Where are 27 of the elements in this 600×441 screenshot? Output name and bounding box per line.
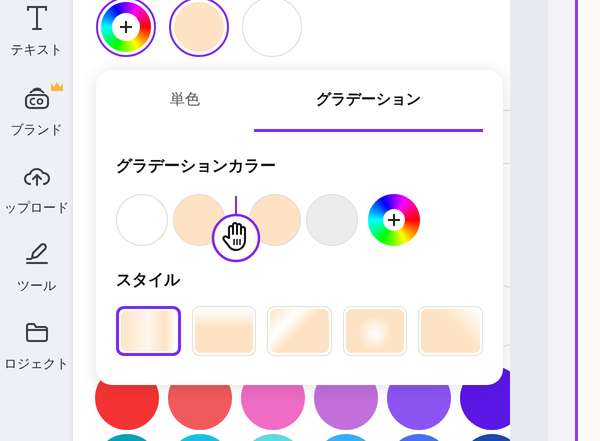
sidebar-item[interactable]: ブランド [0, 81, 73, 139]
sidebar-item[interactable]: ップロード [0, 161, 73, 217]
color-stop[interactable] [249, 194, 301, 246]
plus-icon [387, 213, 401, 227]
add-color-button[interactable] [96, 0, 156, 57]
sidebar-item[interactable]: テキスト [0, 3, 73, 59]
sidebar-label: テキスト [10, 42, 62, 59]
plus-icon [119, 20, 133, 34]
add-color-button[interactable] [368, 194, 420, 246]
sidebar-label: ツール [17, 278, 56, 295]
section-title: グラデーションカラー [116, 156, 277, 176]
brand-icon [24, 85, 50, 111]
pen-icon [24, 241, 50, 267]
tab[interactable]: 単色 [116, 70, 254, 132]
sidebar-item[interactable]: ロジェクト [0, 317, 73, 373]
color-swatch[interactable] [169, 0, 229, 57]
section-title: スタイル [116, 270, 182, 290]
tab[interactable]: グラデーション [254, 70, 483, 132]
sidebar-item[interactable]: ツール [0, 239, 73, 295]
gradient-style-option[interactable] [116, 306, 181, 356]
sidebar-label: ロジェクト [4, 356, 69, 373]
text-icon [24, 5, 48, 31]
sidebar-label: ップロード [4, 200, 69, 217]
sidebar-label: ブランド [10, 122, 62, 139]
folder-icon [24, 320, 50, 344]
color-stop[interactable] [116, 194, 168, 246]
color-stop[interactable] [306, 194, 358, 246]
